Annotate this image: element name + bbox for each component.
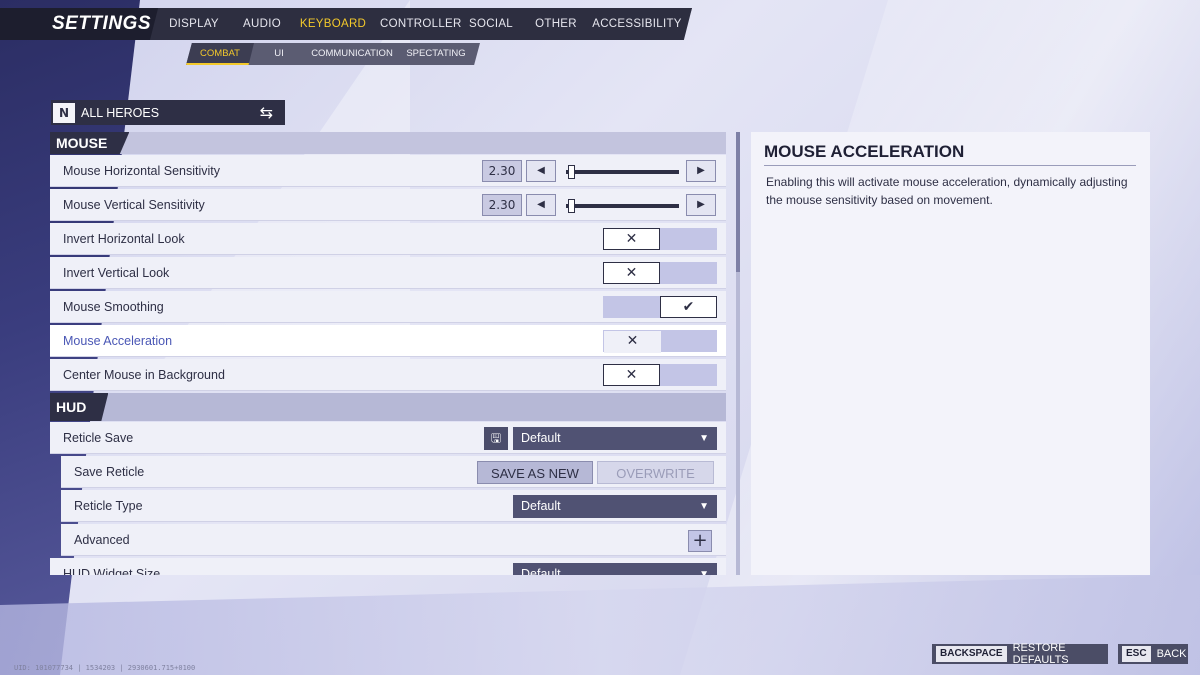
- slider-handle[interactable]: [568, 199, 576, 213]
- chevron-down-icon: ▼: [699, 433, 709, 444]
- setting-row-reticle-type[interactable]: Reticle Type Default ▼: [61, 490, 726, 522]
- setting-label: Invert Horizontal Look: [63, 232, 185, 246]
- hero-selector-label: ALL HEROES: [81, 105, 160, 120]
- toggle-switch[interactable]: ✔: [603, 296, 717, 318]
- setting-row-reticle-save[interactable]: Reticle Save 🖫 Default ▼: [50, 422, 726, 454]
- section-header-mouse: MOUSE: [50, 132, 726, 154]
- tab-controller[interactable]: CONTROLLER: [380, 8, 461, 40]
- setting-row-center-mouse[interactable]: Center Mouse in Background ✕: [50, 359, 726, 391]
- scrollbar[interactable]: [736, 132, 740, 575]
- plus-icon[interactable]: +: [688, 530, 712, 552]
- setting-label: Center Mouse in Background: [63, 368, 225, 382]
- restore-defaults-label: RESTORE DEFAULTS: [1012, 642, 1069, 666]
- setting-row-save-reticle: Save Reticle SAVE AS NEW OVERWRITE: [61, 456, 726, 488]
- backspace-key-hint: BACKSPACE: [936, 646, 1007, 662]
- cross-icon: ✕: [603, 228, 660, 250]
- setting-row-invert-vertical[interactable]: Invert Vertical Look ✕: [50, 257, 726, 289]
- check-icon: ✔: [660, 296, 717, 318]
- reticle-type-dropdown[interactable]: Default ▼: [513, 495, 717, 518]
- setting-row-mouse-smoothing[interactable]: Mouse Smoothing ✔: [50, 291, 726, 323]
- setting-row-mouse-acceleration[interactable]: Mouse Acceleration ✕: [50, 325, 726, 357]
- subtab-spectating[interactable]: SPECTATING: [400, 43, 472, 65]
- slider-handle[interactable]: [568, 165, 576, 179]
- scrollbar-thumb[interactable]: [736, 132, 740, 272]
- setting-label: Invert Vertical Look: [63, 266, 170, 280]
- tab-keyboard[interactable]: KEYBOARD: [286, 8, 380, 40]
- subtab-combat[interactable]: COMBAT: [186, 43, 254, 65]
- back-label: BACK: [1156, 648, 1187, 660]
- swap-icon[interactable]: ⇆: [260, 103, 273, 122]
- section-label: MOUSE: [50, 132, 130, 154]
- setting-row-vertical-sensitivity[interactable]: Mouse Vertical Sensitivity 2.30 ◀ ▶: [50, 189, 726, 221]
- tab-audio[interactable]: AUDIO: [238, 8, 286, 40]
- subtab-ui[interactable]: UI: [254, 43, 304, 65]
- section-header-hud: HUD: [50, 393, 726, 421]
- decrease-arrow-icon[interactable]: ◀: [526, 194, 556, 216]
- description-text: Enabling this will activate mouse accele…: [766, 175, 1128, 207]
- sub-tabs: COMBAT UI COMMUNICATION SPECTATING: [186, 43, 480, 65]
- back-button[interactable]: ESC BACK: [1118, 644, 1188, 664]
- tab-social[interactable]: SOCIAL: [452, 8, 530, 40]
- setting-label: Save Reticle: [74, 465, 145, 479]
- tab-accessibility[interactable]: ACCESSIBILITY: [582, 8, 692, 40]
- toggle-switch[interactable]: ✕: [603, 262, 717, 284]
- setting-label: Mouse Smoothing: [63, 300, 164, 314]
- hero-logo-icon: N: [53, 102, 75, 123]
- sensitivity-value-field[interactable]: 2.30: [482, 194, 522, 216]
- file-icon[interactable]: 🖫: [484, 427, 508, 450]
- hud-widget-size-dropdown[interactable]: Default ▼: [513, 563, 717, 575]
- dropdown-value: Default: [521, 499, 561, 513]
- setting-label: Reticle Save: [63, 431, 134, 445]
- cross-icon: ✕: [603, 364, 660, 386]
- cross-icon: ✕: [603, 262, 660, 284]
- description-title: MOUSE ACCELERATION: [764, 142, 1136, 166]
- toggle-switch[interactable]: ✕: [603, 330, 717, 353]
- page-title: SETTINGS: [52, 13, 152, 34]
- save-as-new-button[interactable]: SAVE AS NEW: [477, 461, 593, 484]
- chevron-down-icon: ▼: [699, 569, 709, 575]
- setting-label: Mouse Acceleration: [63, 334, 173, 348]
- setting-label: Mouse Horizontal Sensitivity: [63, 164, 221, 178]
- setting-row-advanced[interactable]: Advanced +: [61, 524, 726, 556]
- main-tabs: DISPLAY AUDIO KEYBOARD CONTROLLER SOCIAL…: [150, 8, 692, 40]
- toggle-switch[interactable]: ✕: [603, 364, 717, 386]
- setting-label: HUD Widget Size: [63, 567, 161, 575]
- tab-other[interactable]: OTHER: [530, 8, 582, 40]
- setting-row-horizontal-sensitivity[interactable]: Mouse Horizontal Sensitivity 2.30 ◀ ▶: [50, 155, 726, 187]
- restore-defaults-button[interactable]: BACKSPACE RESTORE DEFAULTS: [932, 642, 1108, 666]
- section-label: HUD: [50, 393, 109, 421]
- setting-row-invert-horizontal[interactable]: Invert Horizontal Look ✕: [50, 223, 726, 255]
- setting-label: Mouse Vertical Sensitivity: [63, 198, 205, 212]
- sensitivity-slider[interactable]: [566, 170, 679, 174]
- increase-arrow-icon[interactable]: ▶: [686, 194, 716, 216]
- sensitivity-value-field[interactable]: 2.30: [482, 160, 522, 182]
- settings-list: MOUSE Mouse Horizontal Sensitivity 2.30 …: [50, 132, 726, 575]
- description-panel: MOUSE ACCELERATION Enabling this will ac…: [751, 132, 1150, 575]
- overwrite-button[interactable]: OVERWRITE: [597, 461, 714, 484]
- esc-key-hint: ESC: [1122, 646, 1151, 662]
- setting-label: Advanced: [74, 533, 130, 547]
- chevron-down-icon: ▼: [699, 501, 709, 512]
- hero-selector[interactable]: N ALL HEROES ⇆: [51, 100, 285, 125]
- dropdown-value: Default: [521, 567, 561, 575]
- setting-label: Reticle Type: [74, 499, 143, 513]
- reticle-save-dropdown[interactable]: Default ▼: [513, 427, 717, 450]
- sensitivity-slider[interactable]: [566, 204, 679, 208]
- tab-display[interactable]: DISPLAY: [150, 8, 238, 40]
- cross-icon: ✕: [604, 331, 661, 353]
- dropdown-value: Default: [521, 431, 561, 445]
- subtab-communication[interactable]: COMMUNICATION: [304, 43, 400, 65]
- decrease-arrow-icon[interactable]: ◀: [526, 160, 556, 182]
- increase-arrow-icon[interactable]: ▶: [686, 160, 716, 182]
- toggle-switch[interactable]: ✕: [603, 228, 717, 250]
- setting-row-hud-widget-size[interactable]: HUD Widget Size Default ▼: [50, 558, 726, 575]
- uid-readout: UID: 101077734 | 1534203 | 2930601.715+0…: [14, 664, 196, 672]
